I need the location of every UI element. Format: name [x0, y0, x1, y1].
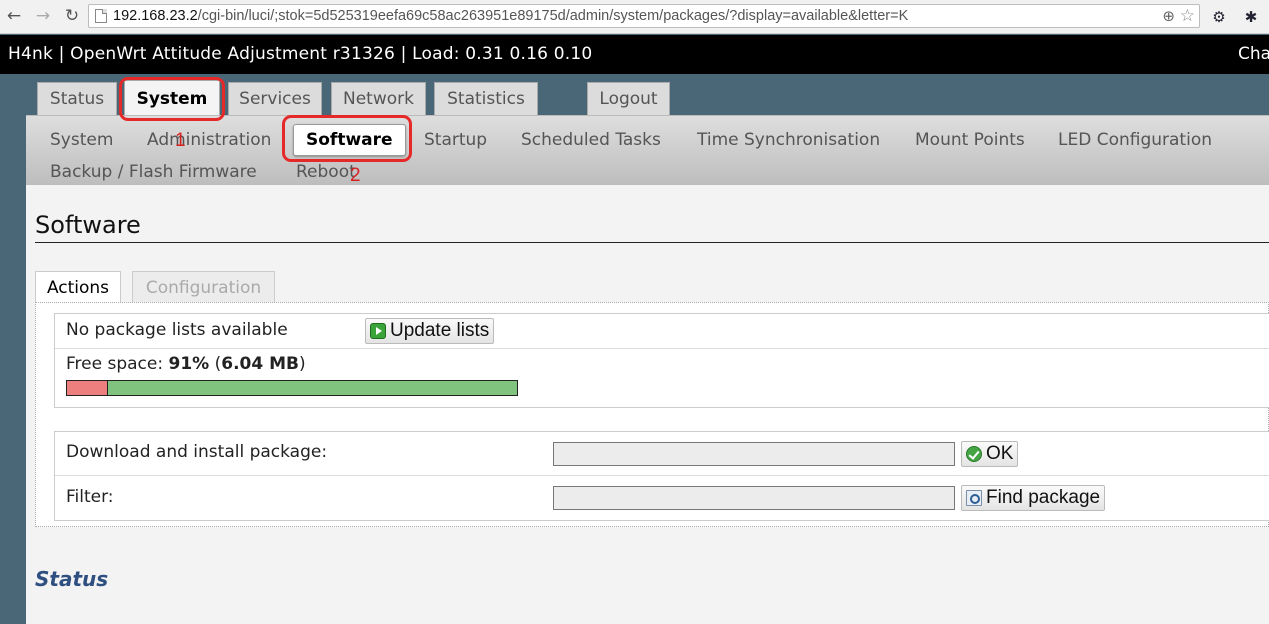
free-space-label: Free space:: [66, 354, 169, 374]
free-space-percent: 91%: [168, 354, 210, 374]
status-section-title: Status: [35, 567, 109, 591]
free-space-bar: [66, 380, 518, 396]
bookmark-star-icon[interactable]: ☆: [1180, 6, 1195, 26]
header-title: H4nk | OpenWrt Attitude Adjustment r3132…: [8, 44, 593, 64]
url-text: 192.168.23.2/cgi-bin/luci/;stok=5d525319…: [113, 8, 908, 24]
update-lists-label: Update lists: [390, 320, 490, 341]
subnav-scheduled-tasks[interactable]: Scheduled Tasks: [521, 130, 661, 150]
subnav-startup[interactable]: Startup: [424, 130, 487, 150]
main-content: Software Actions Configuration No packag…: [26, 185, 1269, 624]
router-header: H4nk | OpenWrt Attitude Adjustment r3132…: [0, 35, 1269, 74]
filter-input[interactable]: [553, 486, 955, 510]
free-space-text: Free space: 91% (6.04 MB): [66, 354, 306, 374]
bug-extension-icon[interactable]: ✱: [1240, 6, 1262, 28]
header-right-text[interactable]: Cha: [1238, 44, 1269, 64]
free-space-open: (: [209, 354, 222, 374]
extension-icon[interactable]: ⚙: [1208, 6, 1230, 28]
browser-toolbar: ← → ↻ 192.168.23.2/cgi-bin/luci/;stok=5d…: [0, 0, 1269, 34]
address-bar[interactable]: 192.168.23.2/cgi-bin/luci/;stok=5d525319…: [88, 4, 1200, 28]
filter-label: Filter:: [66, 487, 114, 507]
reload-icon[interactable]: ↻: [63, 6, 81, 26]
ok-button[interactable]: OK: [961, 441, 1019, 467]
package-url-input[interactable]: [553, 442, 955, 466]
no-package-lists-text: No package lists available: [66, 320, 288, 340]
tab-network[interactable]: Network: [331, 82, 426, 115]
find-package-label: Find package: [986, 487, 1101, 508]
annotation-number-1: 1: [175, 130, 186, 151]
page-title: Software: [35, 211, 141, 239]
subnav-mount-points[interactable]: Mount Points: [915, 130, 1025, 150]
annotation-ring-system: [119, 77, 225, 121]
annotation-number-2: 2: [350, 165, 361, 186]
row-divider: [55, 348, 1269, 349]
tab-services[interactable]: Services: [228, 82, 322, 115]
subnav-reboot[interactable]: Reboot: [296, 162, 356, 182]
used-space-fill: [67, 381, 108, 395]
tab-actions[interactable]: Actions: [35, 271, 121, 303]
package-lists-section: No package lists available Update lists …: [54, 313, 1269, 408]
tab-configuration[interactable]: Configuration: [132, 271, 275, 303]
subnav-time-synchronisation[interactable]: Time Synchronisation: [697, 130, 880, 150]
subnav-led-configuration[interactable]: LED Configuration: [1058, 130, 1212, 150]
free-space-close: ): [298, 354, 306, 374]
subnav-administration[interactable]: Administration: [147, 130, 271, 150]
zoom-icon[interactable]: ⊕: [1162, 7, 1175, 25]
row-divider: [55, 475, 1269, 476]
ok-label: OK: [986, 443, 1014, 464]
url-path: /cgi-bin/luci/;stok=5d525319eefa69c58ac2…: [197, 8, 909, 24]
back-arrow-icon[interactable]: ←: [5, 6, 23, 26]
search-icon: [966, 490, 982, 506]
actions-panel: No package lists available Update lists …: [35, 302, 1269, 527]
url-host: 192.168.23.2: [113, 8, 198, 24]
tab-statistics[interactable]: Statistics: [434, 82, 538, 115]
install-section: Download and install package: OK Filter:…: [54, 431, 1269, 521]
download-install-label: Download and install package:: [66, 442, 328, 462]
title-divider: [35, 242, 1269, 243]
free-space-size: 6.04 MB: [221, 354, 299, 374]
tab-logout[interactable]: Logout: [587, 82, 670, 115]
subnav-backup-flash-firmware[interactable]: Backup / Flash Firmware: [50, 162, 257, 182]
play-icon: [370, 323, 386, 339]
update-lists-button[interactable]: Update lists: [365, 318, 495, 344]
annotation-ring-software: [282, 115, 412, 162]
find-package-button[interactable]: Find package: [961, 485, 1106, 511]
subnav-system[interactable]: System: [50, 130, 113, 150]
tab-status[interactable]: Status: [37, 82, 117, 115]
sub-navigation: System Administration Software Startup S…: [26, 115, 1269, 185]
page-icon: [95, 9, 107, 23]
check-icon: [966, 446, 982, 462]
forward-arrow-icon[interactable]: →: [34, 6, 52, 26]
